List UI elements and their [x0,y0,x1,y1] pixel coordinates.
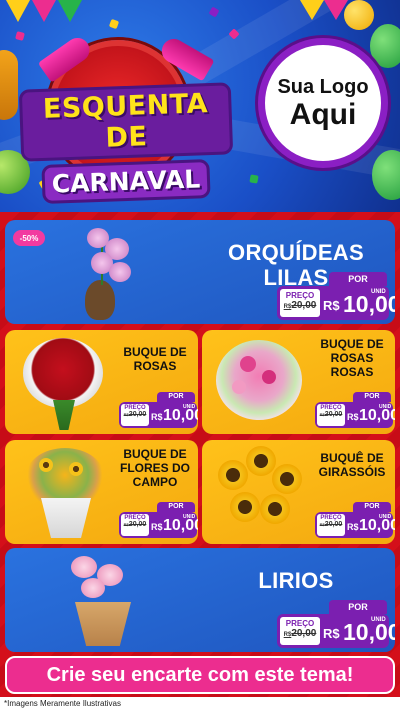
confetti [15,31,25,41]
product-name: BUQUE DE FLORES DO CAMPO [119,447,190,489]
sunflower-image [272,464,302,494]
currency-symbol: R$ [347,522,359,532]
preco-label: PREÇO [320,405,342,411]
sunflower-image [69,462,83,476]
currency-symbol: R$ [347,412,359,422]
por-label: POR [329,600,387,614]
disclaimer-text: *Imagens Meramente Ilustrativas [4,699,121,708]
price-tag: POR PREÇO R$20,00 R$ 10,00 UNID [315,502,395,540]
confetti [208,6,220,18]
price-tag: POR PREÇO R$20,00 R$ 10,00 UNID [119,392,198,430]
logo-text-line-2: Aqui [289,97,357,131]
lily-flower-image [71,556,97,578]
balloon-decoration [344,0,374,30]
logo-text-line-1: Sua Logo [277,75,369,98]
product-name: BUQUÊ DE GIRASSÓIS [318,451,386,479]
old-price-box: PREÇO R$20,00 [121,404,149,426]
title-line-1: ESQUENTA DE [18,82,234,162]
old-price: R$20,00 [123,521,147,528]
bouquet-wrap-image [41,498,91,538]
sunflower-image [230,492,260,522]
old-price: R$20,00 [283,628,317,639]
product-card-buque-rosas-rosas[interactable]: BUQUE DE ROSAS ROSAS POR PREÇO R$20,00 R… [202,330,395,434]
pink-roses-bouquet-image [216,340,302,420]
bunting-flag [300,0,324,20]
old-price: R$20,00 [319,521,343,528]
preco-label: PREÇO [124,515,146,521]
guitar-decoration [0,50,18,120]
price-tag: POR PREÇO R$20,00 R$ 10,00 UNID [277,600,395,648]
product-card-flores-campo[interactable]: BUQUE DE FLORES DO CAMPO POR PREÇO R$20,… [5,440,198,544]
balloon-decoration [370,24,400,68]
old-price-box: PREÇO R$20,00 [121,514,149,536]
currency-symbol: R$ [323,626,340,641]
unit-label: UNID [371,289,386,295]
balloon-decoration [372,150,400,200]
red-roses-bouquet-image [23,338,103,408]
flower-pot-image [85,280,115,320]
bunting-flag [32,0,56,22]
discount-badge: -50% [13,230,45,246]
logo-placeholder[interactable]: Sua Logo Aqui [258,38,388,168]
price-tag: POR PREÇO R$20,00 R$ 10,00 UNID [277,272,395,320]
sunflower-image [246,446,276,476]
old-price-box: PREÇO R$20,00 [317,404,345,426]
currency-symbol: R$ [323,298,340,313]
por-label: POR [329,272,387,286]
current-price: 10,00 [343,291,395,317]
confetti [249,174,259,184]
bunting-flag [6,0,30,22]
old-price: R$20,00 [123,411,147,418]
old-price-box: PREÇO R$20,00 [317,514,345,536]
sunflower-image [39,458,53,472]
por-label: POR [353,392,391,402]
create-flyer-button[interactable]: Crie seu encarte com este tema! [5,656,395,694]
old-price: R$20,00 [319,411,343,418]
unit-label: UNID [379,514,392,520]
product-card-girassois[interactable]: BUQUÊ DE GIRASSÓIS POR PREÇO R$20,00 R$ … [202,440,395,544]
product-card-buque-rosas[interactable]: BUQUE DE ROSAS POR PREÇO R$20,00 R$ 10,0… [5,330,198,434]
current-price: 10,00 [343,619,395,645]
event-title: ESQUENTA DE CARNAVAL [18,82,234,204]
currency-symbol: R$ [151,412,163,422]
bunting-flag [58,0,82,22]
price-tag: POR PREÇO R$20,00 R$ 10,00 UNID [119,502,198,540]
product-card-lirios[interactable]: LIRIOS POR PREÇO R$20,00 R$ 10,00 UNID [5,548,395,652]
lily-flower-image [81,578,105,598]
old-price-box: PREÇO R$20,00 [280,617,320,645]
unit-label: UNID [371,617,386,623]
old-price-box: PREÇO R$20,00 [280,289,320,317]
orchid-flower-image [109,262,131,282]
sunflower-image [218,460,248,490]
preco-label: PREÇO [124,405,146,411]
sunflower-image [260,494,290,524]
preco-label: PREÇO [285,291,315,300]
unit-label: UNID [183,404,196,410]
price-tag: POR PREÇO R$20,00 R$ 10,00 UNID [315,392,395,430]
old-price: R$20,00 [283,300,317,311]
unit-label: UNID [183,514,196,520]
product-name: BUQUE DE ROSAS [123,345,187,373]
product-name: LIRIOS [258,568,334,593]
unit-label: UNID [379,404,392,410]
header-banner: ESQUENTA DE CARNAVAL Sua Logo Aqui [0,0,400,212]
por-label: POR [157,502,195,512]
bouquet-wrap-image [75,602,131,646]
pink-rose-image [240,356,256,372]
product-card-orquideas[interactable]: -50% ORQUÍDEAS LILAS POR PREÇO R$20,00 R… [5,220,395,324]
preco-label: PREÇO [320,515,342,521]
por-label: POR [353,502,391,512]
product-name: BUQUE DE ROSAS ROSAS [320,337,384,379]
confetti [108,18,120,30]
por-label: POR [157,392,195,402]
pink-rose-image [232,380,246,394]
bouquet-stems-image [53,400,75,430]
title-line-2: CARNAVAL [41,159,211,204]
pink-rose-image [262,370,276,384]
preco-label: PREÇO [285,619,315,628]
currency-symbol: R$ [151,522,163,532]
